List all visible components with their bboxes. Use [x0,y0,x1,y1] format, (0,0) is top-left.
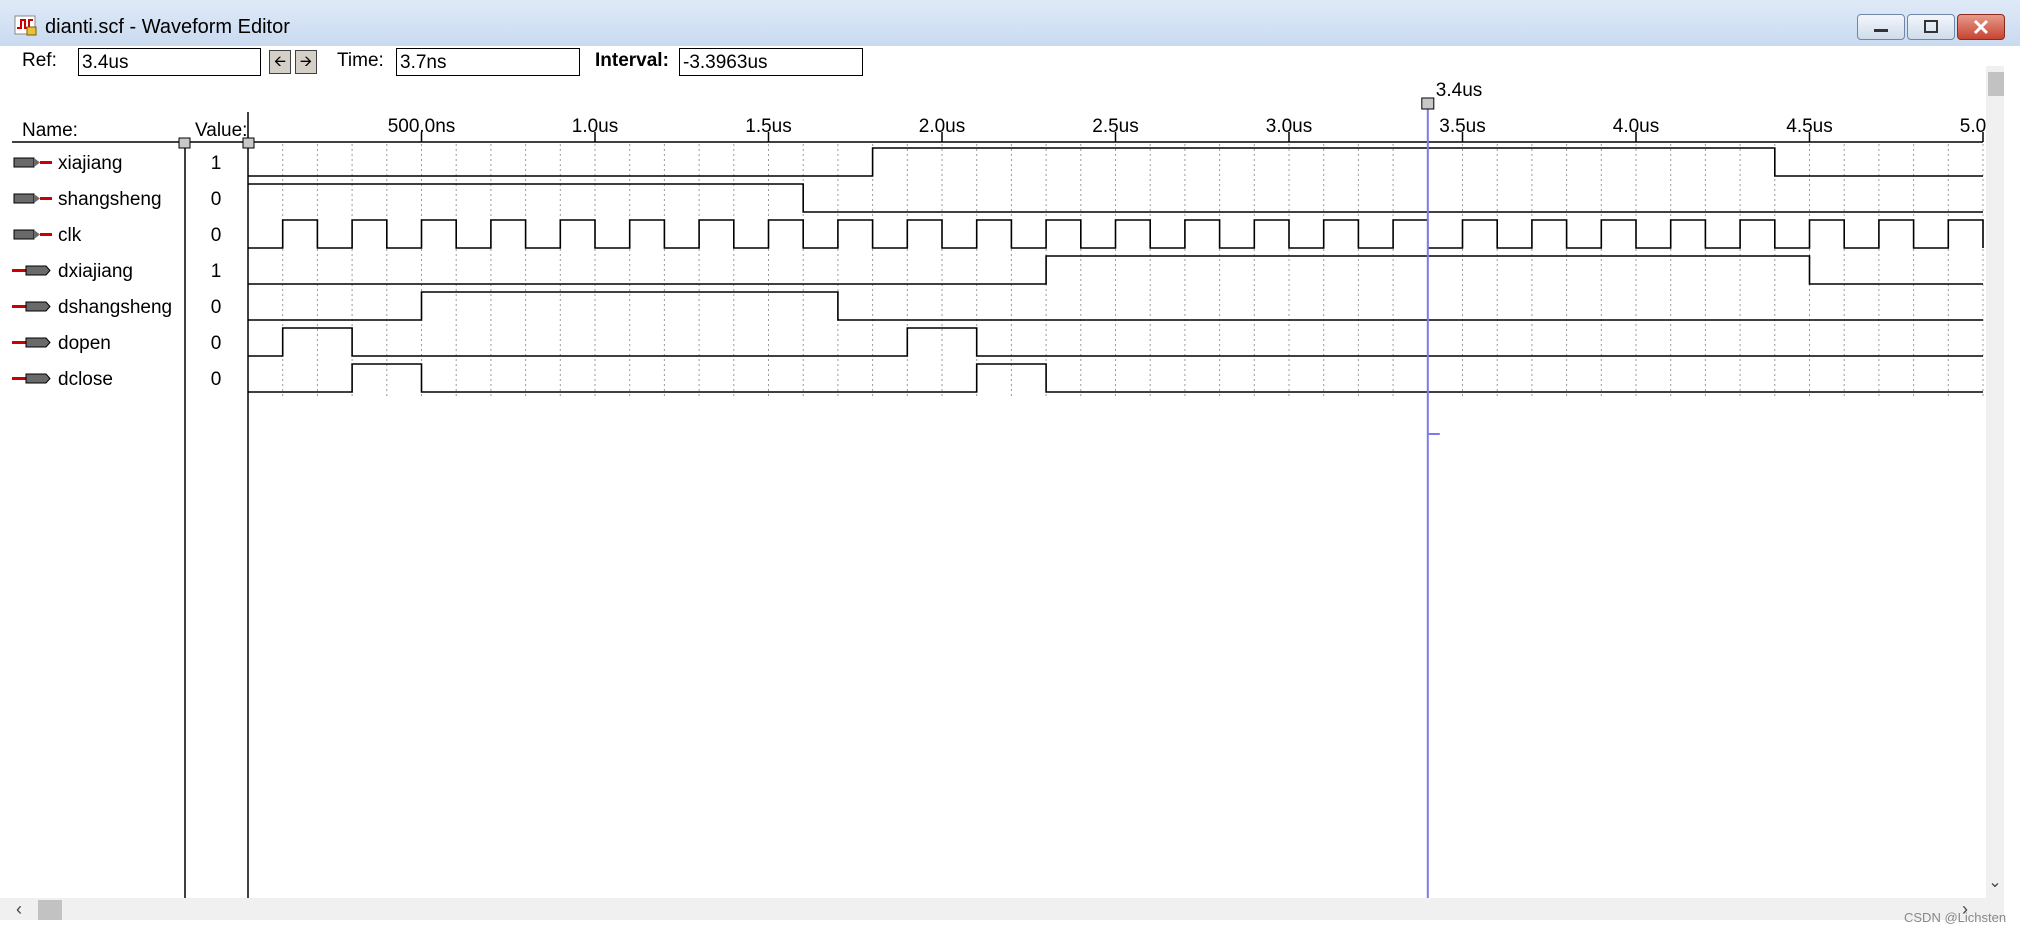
ref-prev-button[interactable]: 🡨 [269,50,291,74]
time-tick-label: 500.0ns [388,116,456,137]
time-tick-label: 2.0us [919,116,965,137]
cursor-time-label: 3.4us [1436,82,1482,101]
signal-name[interactable]: dxiajiang [58,261,133,282]
waveform-dopen[interactable] [248,327,1983,357]
minimize-icon [1874,29,1888,32]
signal-name[interactable]: shangsheng [58,189,162,210]
input-pin-icon [13,229,35,240]
signal-name[interactable]: dopen [58,333,111,354]
close-button[interactable] [1957,14,2005,40]
cursor-handle[interactable] [1421,97,1435,110]
time-tick-label: 3.5us [1439,116,1485,137]
chevron-left-icon: ‹ [16,899,22,919]
output-pin-icon [25,373,51,384]
ref-next-button[interactable]: 🡪 [295,50,317,74]
time-tick-label: 4.5us [1786,116,1832,137]
signal-value: 1 [211,261,222,282]
horizontal-scroll-thumb[interactable] [38,900,62,920]
name-column-header: Name: [22,120,78,141]
signal-value: 0 [211,297,222,318]
arrow-right-icon: 🡪 [299,53,313,70]
maximize-button[interactable] [1907,14,1955,40]
column-resize-handle[interactable] [178,137,191,149]
input-pin-arrow [34,194,40,203]
waveform-xiajiang[interactable] [248,147,1983,177]
signal-name[interactable]: clk [58,225,82,246]
signal-name[interactable]: dshangsheng [58,297,172,318]
input-pin-arrow [34,158,40,167]
input-pin-icon [13,193,35,204]
scroll-down-button[interactable]: ⌄ [1986,872,2004,896]
signal-name[interactable]: dclose [58,369,113,390]
output-pin-icon [25,265,51,276]
vertical-scrollbar[interactable] [1986,66,2004,900]
output-pin-icon [25,337,51,348]
waveform-area[interactable]: Name: Value: 500.0ns 1.0us 1.5us 2.0us 2.5us 3.… [0,82,1986,898]
waveform-shangsheng[interactable] [248,183,1983,213]
column-resize-handle[interactable] [242,137,255,149]
waveform-clk[interactable] [248,219,1984,249]
waveform-app-icon [14,15,37,36]
time-label: Time: [337,50,384,71]
signal-value: 0 [211,369,222,390]
time-tick-label: 4.0us [1613,116,1659,137]
minimize-button[interactable] [1857,14,1905,40]
signal-value: 0 [211,333,222,354]
interval-field[interactable]: -3.3963us [679,48,863,76]
vertical-scroll-thumb[interactable] [1988,72,2004,96]
time-field[interactable]: 3.7ns [396,48,580,76]
signal-value: 0 [211,189,222,210]
value-column-header: Value: [195,120,247,141]
signal-value: 0 [211,225,222,246]
time-tick-label: 5.0us [1960,116,1986,137]
chevron-down-icon: ⌄ [1988,874,2002,891]
interval-label: Interval: [595,50,669,71]
scroll-left-button[interactable]: ‹ [16,898,34,920]
restore-icon [1924,20,1938,33]
waveform-dclose[interactable] [248,363,1983,393]
close-icon [1973,19,1989,35]
time-tick-label: 2.5us [1092,116,1138,137]
time-tick-label: 3.0us [1266,116,1312,137]
time-tick-label: 1.0us [572,116,618,137]
horizontal-scrollbar[interactable] [0,898,2004,920]
waveform-editor-window: dianti.scf - Waveform Editor Ref: 3.4us … [0,0,2020,934]
watermark: CSDN @Lichsten [1904,910,2007,925]
ref-label: Ref: [22,50,57,71]
output-pin-icon [25,301,51,312]
input-pin-arrow [34,230,40,239]
time-tick-label: 1.5us [745,116,791,137]
arrow-left-icon: 🡨 [273,53,287,70]
title-bar[interactable]: dianti.scf - Waveform Editor [0,0,2020,47]
input-pin-icon [13,157,35,168]
signal-name[interactable]: xiajiang [58,153,122,174]
window-title: dianti.scf - Waveform Editor [45,16,290,38]
ref-field[interactable]: 3.4us [78,48,261,76]
signal-value: 1 [211,153,222,174]
